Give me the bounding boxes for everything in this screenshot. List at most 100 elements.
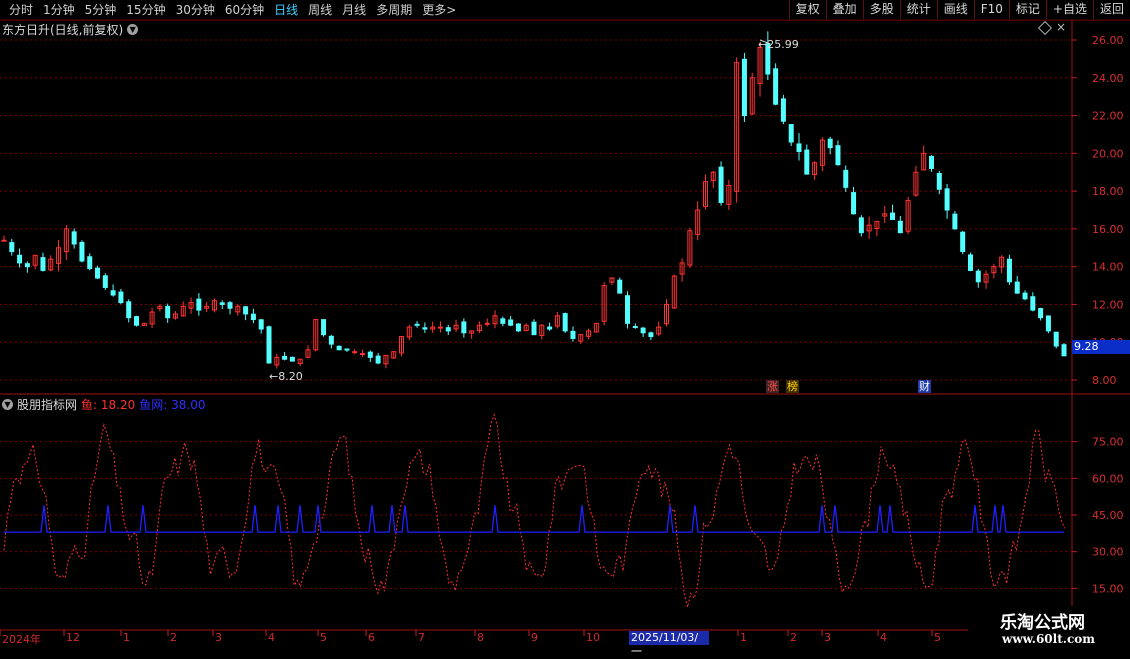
x-axis-label: 8	[477, 631, 484, 644]
x-axis-label: 5	[320, 631, 327, 644]
y-tick-label: 8.00	[1092, 374, 1117, 387]
x-axis-label: 2	[170, 631, 177, 644]
candle-body	[118, 291, 124, 304]
candle-body	[40, 257, 46, 271]
candle-body	[79, 241, 85, 262]
candle-body	[843, 169, 849, 188]
fish-label-text: 鱼	[81, 398, 94, 412]
candle-body	[788, 124, 794, 143]
y-tick-label: 30.00	[1092, 546, 1124, 559]
y-tick-label: 14.00	[1092, 261, 1124, 274]
y-tick-label: 45.00	[1092, 509, 1124, 522]
candle-body	[289, 356, 295, 362]
y-tick-label: 60.00	[1092, 472, 1124, 485]
candle-body	[24, 263, 30, 268]
candle-body	[632, 326, 638, 329]
y-tick-label: 15.00	[1092, 582, 1124, 595]
candle-body	[367, 351, 373, 358]
candle-body	[196, 298, 202, 311]
candle-body	[461, 321, 467, 334]
candle-body	[344, 348, 350, 351]
candle-body	[625, 295, 631, 324]
candle-body	[227, 302, 233, 309]
marker-finance[interactable]: 财	[918, 380, 931, 393]
candle-body	[741, 58, 747, 117]
y-tick-label: 24.00	[1092, 72, 1124, 85]
candle-body	[929, 155, 934, 169]
net-line	[4, 505, 1064, 533]
candle-body	[718, 166, 724, 203]
candle-body	[890, 212, 896, 220]
x-axis-label: 2	[790, 631, 797, 644]
y-tick-label: 12.00	[1092, 298, 1124, 311]
candle-body	[243, 306, 249, 315]
candle-body	[95, 267, 101, 279]
candle-body	[1030, 296, 1036, 311]
marker-limit-up[interactable]: 涨	[766, 380, 779, 393]
candle-body	[858, 217, 864, 234]
cursor-date: 2025/11/03/一	[629, 631, 709, 658]
indicator-title-row: ▼ 股朋指标网 鱼: 18.20 鱼网: 38.00	[2, 396, 205, 413]
candle-body	[250, 313, 256, 321]
y-tick-label: 22.00	[1092, 110, 1124, 123]
net-value: 38.00	[171, 398, 206, 412]
candle-body	[648, 332, 654, 338]
candle-body	[796, 143, 802, 152]
candle-body	[134, 316, 139, 326]
candle-body	[9, 242, 15, 253]
x-axis-label: 12	[66, 631, 80, 644]
candle-body	[773, 68, 779, 105]
candle-body	[328, 335, 334, 345]
price-chart[interactable]: 26.0024.0022.0020.0018.0016.0014.0012.00…	[0, 0, 1130, 650]
candle-body	[640, 327, 646, 334]
candle-body	[352, 351, 358, 354]
candle-body	[562, 313, 568, 332]
x-axis-label: 3	[215, 631, 222, 644]
indicator-name: 股朋指标网	[17, 398, 78, 412]
candle-body	[484, 322, 490, 325]
net-label-text: 鱼网	[139, 398, 164, 412]
x-axis-label: 10	[586, 631, 600, 644]
candle-body	[827, 138, 833, 149]
y-tick-label: 18.00	[1092, 185, 1124, 198]
candle-body	[165, 305, 171, 319]
candle-body	[219, 302, 225, 305]
fish-line	[3, 413, 1066, 608]
candle-body	[1006, 258, 1012, 283]
candle-body	[851, 192, 857, 215]
chevron-down-icon[interactable]: ▼	[2, 399, 13, 410]
x-axis-label: 4	[880, 631, 887, 644]
candle-body	[835, 145, 841, 166]
last-price-tag: 9.28	[1072, 340, 1130, 354]
candle-body	[804, 149, 810, 175]
y-tick-label: 26.00	[1092, 34, 1124, 47]
candle-body	[1053, 331, 1059, 347]
candle-body	[570, 330, 576, 339]
candle-body	[780, 98, 786, 122]
watermark-title: 乐淘公式网	[1000, 613, 1085, 633]
high-label: ←25.99	[758, 38, 799, 51]
candle-body	[975, 270, 981, 283]
x-axis-label: 4	[268, 631, 275, 644]
x-axis-label: 6	[368, 631, 375, 644]
candle-body	[321, 319, 327, 336]
low-label: ←8.20	[269, 370, 303, 383]
candle-body	[547, 326, 553, 330]
candle-body	[944, 188, 950, 211]
candle-body	[1038, 307, 1044, 319]
x-axis-label: 1	[740, 631, 747, 644]
candle-body	[71, 231, 77, 245]
candle-body	[1022, 292, 1028, 300]
candle-body	[282, 355, 288, 360]
candle-body	[437, 326, 443, 329]
candle-body	[1045, 315, 1051, 332]
candle-body	[17, 254, 23, 264]
candle-body	[500, 318, 506, 324]
x-axis-label: 3	[824, 631, 831, 644]
candle-body	[110, 290, 116, 296]
y-tick-label: 75.00	[1092, 436, 1124, 449]
candle-body	[87, 256, 93, 270]
marker-list[interactable]: 榜	[786, 380, 799, 393]
candle-body	[936, 172, 942, 190]
candle-body	[617, 279, 623, 294]
